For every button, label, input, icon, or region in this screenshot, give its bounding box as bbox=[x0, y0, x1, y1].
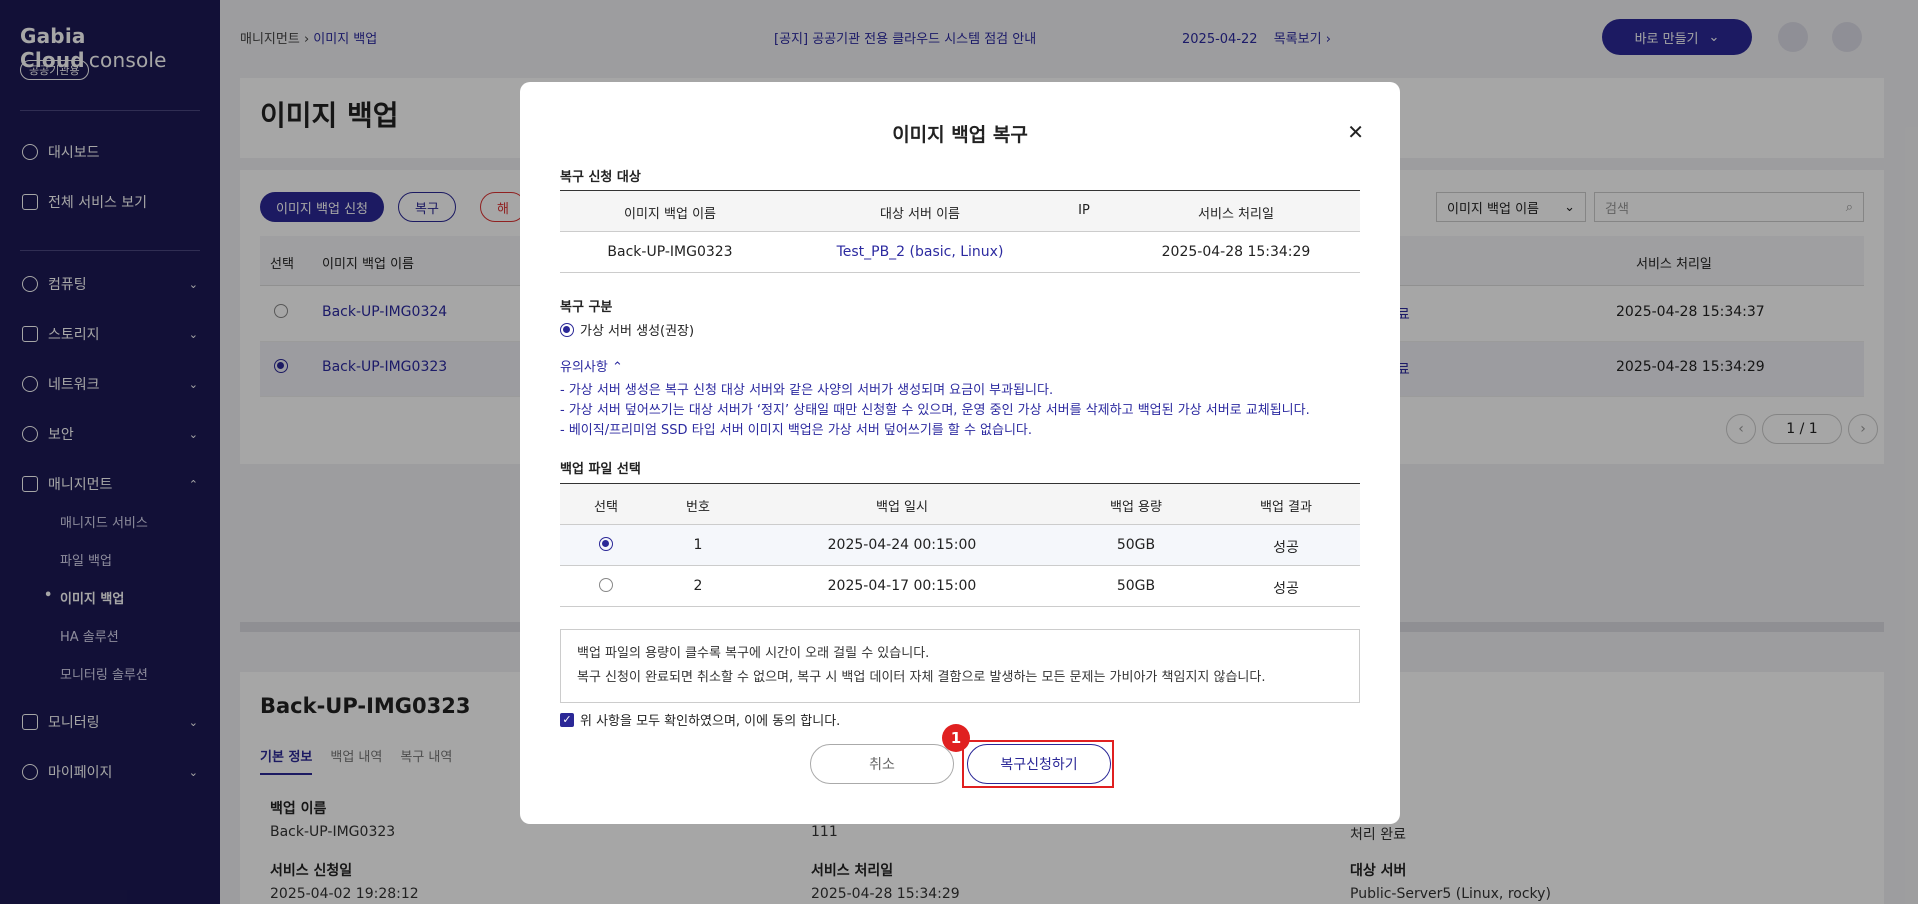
col-ip: IP bbox=[1078, 203, 1090, 218]
modal-title: 이미지 백업 복구 bbox=[892, 124, 1028, 146]
file-row[interactable]: 1 2025-04-24 00:15:00 50GB 성공 bbox=[560, 525, 1360, 566]
target-row: Back-UP-IMG0323 Test_PB_2 (basic, Linux)… bbox=[560, 232, 1360, 273]
col-server-name: 대상 서버 이름 bbox=[879, 207, 961, 222]
restore-type-option-label: 가상 서버 생성(권장) bbox=[580, 324, 695, 339]
cancel-button[interactable]: 취소 bbox=[810, 744, 954, 784]
col-backup-size: 백업 용량 bbox=[1110, 500, 1162, 515]
file-row-number: 2 bbox=[693, 578, 703, 594]
file-row-datetime: 2025-04-24 00:15:00 bbox=[827, 537, 977, 553]
target-server-link[interactable]: Test_PB_2 (basic, Linux) bbox=[837, 244, 1004, 260]
col-backup-datetime: 백업 일시 bbox=[876, 500, 928, 515]
target-table-header: 이미지 백업 이름 대상 서버 이름 IP 서비스 처리일 bbox=[560, 190, 1360, 232]
file-table-header: 선택 번호 백업 일시 백업 용량 백업 결과 bbox=[560, 483, 1360, 525]
caution-line: - 가상 서버 생성은 복구 신청 대상 서버와 같은 사양의 서버가 생성되며… bbox=[560, 383, 1054, 398]
warning-box: 백업 파일의 용량이 클수록 복구에 시간이 오래 걸릴 수 있습니다. 복구 … bbox=[560, 629, 1360, 703]
step-badge: 1 bbox=[942, 724, 970, 752]
backup-file-table: 선택 번호 백업 일시 백업 용량 백업 결과 1 2025-04-24 00:… bbox=[560, 483, 1360, 607]
agree-checkbox-row[interactable]: ✓ 위 사항을 모두 확인하였으며, 이에 동의 합니다. bbox=[560, 710, 840, 729]
target-date: 2025-04-28 15:34:29 bbox=[1161, 244, 1311, 260]
caution-toggle-label: 유의사항 bbox=[560, 360, 608, 375]
caution-line: - 베이직/프리미엄 SSD 타입 서버 이미지 백업은 가상 서버 덮어쓰기를… bbox=[560, 423, 1033, 438]
warning-line: 백업 파일의 용량이 클수록 복구에 시간이 오래 걸릴 수 있습니다. bbox=[577, 646, 930, 661]
checkbox-checked-icon[interactable]: ✓ bbox=[560, 712, 574, 727]
file-row-number: 1 bbox=[693, 537, 703, 553]
submit-restore-button[interactable]: 복구신청하기 bbox=[967, 744, 1111, 784]
caution-line: - 가상 서버 덮어쓰기는 대상 서버가 ‘정지’ 상태일 때만 신청할 수 있… bbox=[560, 403, 1310, 418]
file-row-radio[interactable] bbox=[599, 578, 613, 596]
file-row-datetime: 2025-04-17 00:15:00 bbox=[827, 578, 977, 594]
agree-label: 위 사항을 모두 확인하였으며, 이에 동의 합니다. bbox=[580, 714, 841, 729]
file-row-size: 50GB bbox=[1116, 578, 1156, 594]
target-backup-name: Back-UP-IMG0323 bbox=[607, 244, 733, 260]
close-icon[interactable]: ✕ bbox=[1347, 120, 1364, 144]
target-table: 이미지 백업 이름 대상 서버 이름 IP 서비스 처리일 Back-UP-IM… bbox=[560, 190, 1360, 273]
restore-type-label: 복구 구분 bbox=[560, 300, 613, 315]
warning-line: 복구 신청이 완료되면 취소할 수 없으며, 복구 시 백업 데이터 자체 결함… bbox=[577, 670, 1266, 685]
col-select: 선택 bbox=[594, 500, 618, 515]
col-number: 번호 bbox=[686, 500, 710, 515]
col-backup-result: 백업 결과 bbox=[1260, 500, 1312, 515]
restore-type-option[interactable]: 가상 서버 생성(권장) bbox=[560, 320, 694, 339]
caution-toggle[interactable]: 유의사항 ⌃ bbox=[560, 356, 623, 375]
restore-modal: 이미지 백업 복구 ✕ 복구 신청 대상 이미지 백업 이름 대상 서버 이름 … bbox=[520, 82, 1400, 824]
restore-type-radio[interactable] bbox=[560, 322, 574, 337]
target-section-label: 복구 신청 대상 bbox=[560, 170, 641, 185]
file-row-result: 성공 bbox=[1273, 540, 1299, 556]
file-row[interactable]: 2 2025-04-17 00:15:00 50GB 성공 bbox=[560, 566, 1360, 607]
col-backup-name: 이미지 백업 이름 bbox=[624, 207, 716, 222]
file-row-size: 50GB bbox=[1116, 537, 1156, 553]
file-row-result: 성공 bbox=[1273, 581, 1299, 597]
file-section-label: 백업 파일 선택 bbox=[560, 462, 641, 477]
col-process-date: 서비스 처리일 bbox=[1198, 207, 1274, 222]
chevron-up-icon: ⌃ bbox=[611, 360, 623, 375]
file-row-radio[interactable] bbox=[599, 537, 613, 555]
